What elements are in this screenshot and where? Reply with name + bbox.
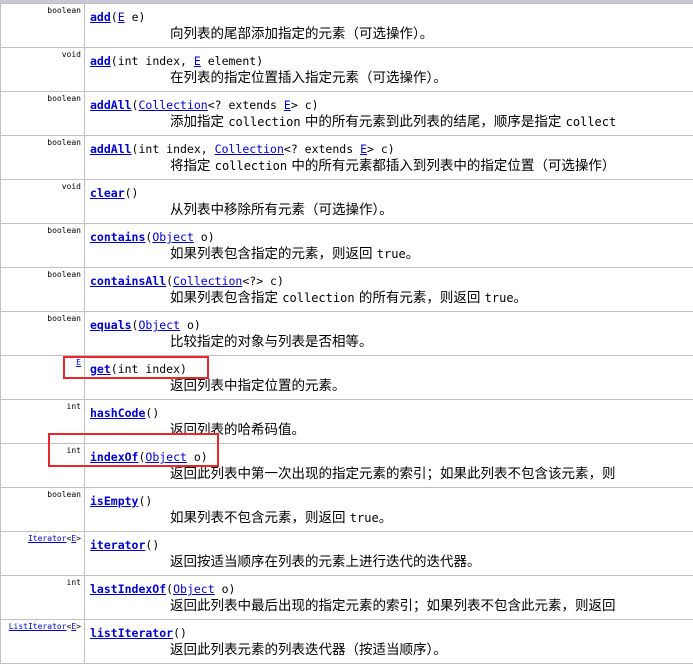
return-type: boolean	[2, 224, 85, 267]
method-row-iterator: Iterator<E> iterator() 返回按适当顺序在列表的元素上进行迭…	[1, 532, 693, 576]
method-signature: contains(Object o)	[90, 230, 215, 244]
type-link-ListIterator[interactable]: ListIterator	[9, 622, 67, 631]
method-description: 在列表的指定位置插入指定元素（可选操作）。	[170, 70, 447, 86]
method-description: 返回此列表中第一次出现的指定元素的索引；如果此列表不包含该元素，则	[170, 466, 616, 482]
type-link-Iterator[interactable]: Iterator	[28, 534, 67, 543]
method-row-clear: void clear() 从列表中移除所有元素（可选操作）。	[1, 180, 693, 224]
type-link-Object[interactable]: Object	[138, 318, 180, 332]
method-link-add[interactable]: add	[90, 10, 111, 24]
method-description: 从列表中移除所有元素（可选操作）。	[170, 202, 393, 218]
method-summary-table: boolean add(E e) 向列表的尾部添加指定的元素（可选操作）。 vo…	[0, 3, 693, 664]
type-link-Object[interactable]: Object	[173, 582, 215, 596]
method-link-get[interactable]: get	[90, 362, 111, 376]
method-row-equals: boolean equals(Object o) 比较指定的对象与列表是否相等。	[1, 312, 693, 356]
method-link-addAll[interactable]: addAll	[90, 142, 132, 156]
method-description: 比较指定的对象与列表是否相等。	[170, 334, 373, 350]
return-type: int	[2, 444, 85, 487]
method-link-addAll[interactable]: addAll	[90, 98, 132, 112]
return-type: ListIterator<E>	[2, 620, 85, 663]
method-link-equals[interactable]: equals	[90, 318, 132, 332]
method-link-contains[interactable]: contains	[90, 230, 145, 244]
method-description: 返回按适当顺序在列表的元素上进行迭代的迭代器。	[170, 554, 481, 570]
return-type: boolean	[2, 268, 85, 311]
method-link-lastIndexOf[interactable]: lastIndexOf	[90, 582, 166, 596]
method-signature: iterator()	[90, 538, 160, 552]
method-row-contains: boolean contains(Object o) 如果列表包含指定的元素，则…	[1, 224, 693, 268]
method-signature: get(int index)	[90, 362, 187, 376]
method-row-add-index: void add(int index, E element) 在列表的指定位置插…	[1, 48, 693, 92]
method-row-lastIndexOf: int lastIndexOf(Object o) 返回此列表中最后出现的指定元…	[1, 576, 693, 620]
method-row-addAll-index: boolean addAll(int index, Collection<? e…	[1, 136, 693, 180]
type-link-Collection[interactable]: Collection	[138, 98, 207, 112]
type-link-Collection[interactable]: Collection	[173, 274, 242, 288]
method-signature: listIterator()	[90, 626, 187, 640]
type-link-Collection[interactable]: Collection	[215, 142, 284, 156]
method-description: 返回列表中指定位置的元素。	[170, 378, 346, 394]
return-type: boolean	[2, 136, 85, 179]
method-link-clear[interactable]: clear	[90, 186, 125, 200]
method-description: 如果列表不包含元素，则返回 true。	[170, 510, 393, 526]
type-link-E[interactable]: E	[360, 142, 367, 156]
type-link-Object[interactable]: Object	[145, 450, 187, 464]
method-link-indexOf[interactable]: indexOf	[90, 450, 138, 464]
return-type: void	[2, 48, 85, 91]
return-type: boolean	[2, 92, 85, 135]
return-type: Iterator<E>	[2, 532, 85, 575]
method-row-listIterator: ListIterator<E> listIterator() 返回此列表元素的列…	[1, 620, 693, 664]
method-description: 添加指定 collection 中的所有元素到此列表的结尾，顺序是指定 coll…	[170, 114, 617, 130]
method-row-hashCode: int hashCode() 返回列表的哈希码值。	[1, 400, 693, 444]
method-description: 如果列表包含指定 collection 的所有元素，则返回 true。	[170, 290, 528, 306]
method-signature: hashCode()	[90, 406, 160, 420]
return-type: E	[2, 356, 85, 399]
type-link-E[interactable]: E	[194, 54, 201, 68]
method-link-hashCode[interactable]: hashCode	[90, 406, 145, 420]
method-description: 返回此列表元素的列表迭代器（按适当顺序）。	[170, 642, 447, 658]
type-link-Object[interactable]: Object	[152, 230, 194, 244]
method-link-isEmpty[interactable]: isEmpty	[90, 494, 138, 508]
method-row-indexOf: int indexOf(Object o) 返回此列表中第一次出现的指定元素的索…	[1, 444, 693, 488]
method-row-isEmpty: boolean isEmpty() 如果列表不包含元素，则返回 true。	[1, 488, 693, 532]
return-type: int	[2, 400, 85, 443]
method-description: 向列表的尾部添加指定的元素（可选操作）。	[170, 26, 434, 42]
method-signature: isEmpty()	[90, 494, 153, 508]
method-signature: add(int index, E element)	[90, 54, 264, 68]
type-link-E[interactable]: E	[76, 358, 81, 367]
method-signature: containsAll(Collection<?> c)	[90, 274, 284, 288]
return-type: int	[2, 576, 85, 619]
method-signature: addAll(int index, Collection<? extends E…	[90, 142, 395, 156]
method-row-add: boolean add(E e) 向列表的尾部添加指定的元素（可选操作）。	[1, 3, 693, 48]
method-description: 如果列表包含指定的元素，则返回 true。	[170, 246, 420, 262]
return-type: boolean	[2, 4, 85, 47]
return-type: void	[2, 180, 85, 223]
method-row-containsAll: boolean containsAll(Collection<?> c) 如果列…	[1, 268, 693, 312]
method-row-addAll: boolean addAll(Collection<? extends E> c…	[1, 92, 693, 136]
type-link-E[interactable]: E	[284, 98, 291, 112]
type-link-E[interactable]: E	[118, 10, 125, 24]
method-signature: clear()	[90, 186, 139, 200]
method-row-get: E get(int index) 返回列表中指定位置的元素。	[1, 356, 693, 400]
method-description: 返回列表的哈希码值。	[170, 422, 305, 438]
method-signature: equals(Object o)	[90, 318, 201, 332]
method-description: 返回此列表中最后出现的指定元素的索引；如果列表不包含此元素，则返回	[170, 598, 616, 614]
method-signature: add(E e)	[90, 10, 146, 24]
method-signature: indexOf(Object o)	[90, 450, 208, 464]
return-type: boolean	[2, 488, 85, 531]
method-signature: lastIndexOf(Object o)	[90, 582, 236, 596]
return-type: boolean	[2, 312, 85, 355]
method-link-containsAll[interactable]: containsAll	[90, 274, 166, 288]
method-link-listIterator[interactable]: listIterator	[90, 626, 173, 640]
method-link-add[interactable]: add	[90, 54, 111, 68]
method-description: 将指定 collection 中的所有元素都插入到列表中的指定位置（可选操作）	[170, 158, 616, 174]
method-signature: addAll(Collection<? extends E> c)	[90, 98, 319, 112]
method-link-iterator[interactable]: iterator	[90, 538, 145, 552]
